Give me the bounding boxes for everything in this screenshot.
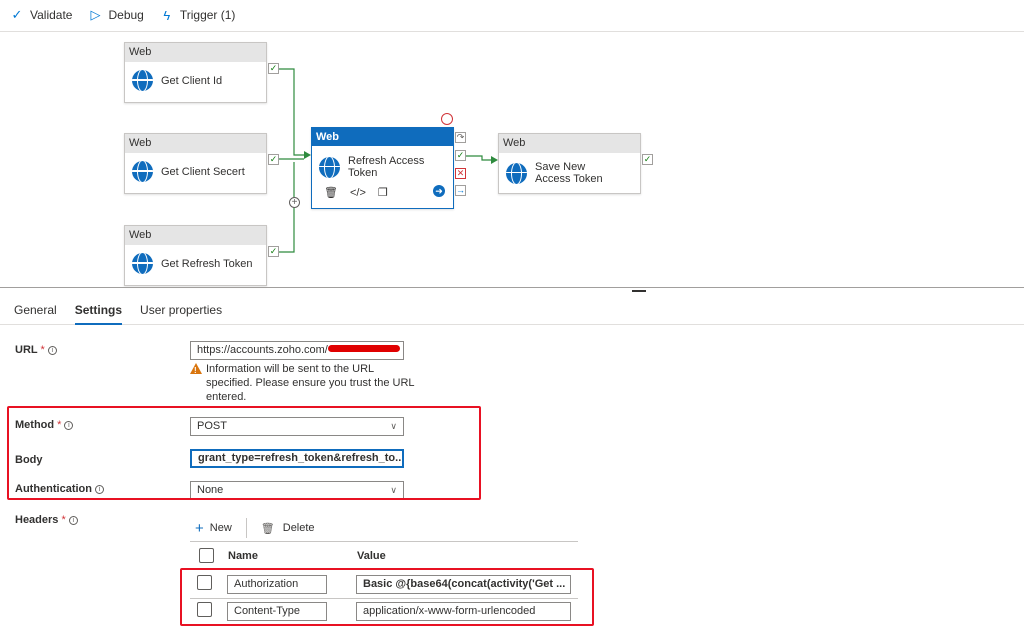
skip-port-icon[interactable]: ↷ — [455, 132, 466, 143]
activity-get-client-id[interactable]: Web Get Client Id — [124, 42, 267, 103]
delete-header-button[interactable]: Delete — [283, 522, 315, 534]
success-port-icon[interactable]: ✓ — [268, 154, 279, 165]
url-label: URL * i — [15, 344, 57, 356]
validate-label: Validate — [30, 8, 73, 22]
globe-icon — [506, 162, 527, 184]
activity-type: Web — [125, 226, 266, 245]
activity-save-new-access-token[interactable]: Web Save New Access Token — [498, 133, 641, 194]
url-warning: ! Information will be sent to the URL sp… — [190, 362, 420, 404]
plus-icon: + — [195, 519, 204, 537]
highlight-box-method-body-auth — [7, 406, 481, 500]
panel-splitter[interactable] — [0, 287, 1024, 288]
activity-get-client-secret[interactable]: Web Get Client Secert — [124, 133, 267, 194]
info-icon: i — [68, 516, 78, 525]
globe-icon — [132, 253, 153, 274]
activity-name: Refresh Access Token — [348, 155, 425, 179]
code-icon[interactable]: </> — [350, 187, 366, 199]
activity-type: Web — [499, 134, 640, 153]
activity-name: Get Refresh Token — [161, 257, 253, 270]
redaction-mark — [327, 345, 400, 352]
divider — [190, 541, 578, 542]
error-indicator-icon — [441, 113, 453, 125]
tab-settings[interactable]: Settings — [74, 300, 123, 325]
activity-name: Get Client Id — [161, 74, 223, 87]
validate-button[interactable]: ✓ Validate — [10, 7, 73, 23]
new-header-button[interactable]: New — [210, 522, 232, 534]
trigger-button[interactable]: ϟ Trigger (1) — [160, 7, 236, 23]
pipeline-canvas[interactable]: Web Get Client Id ✓ Web Get Client Secer… — [0, 31, 1024, 287]
trash-icon: 🗑 — [260, 522, 275, 535]
debug-label: Debug — [108, 8, 144, 22]
completion-port-icon[interactable]: → — [455, 185, 466, 196]
success-port-icon[interactable]: ✓ — [268, 246, 279, 257]
activity-type: Web — [125, 134, 266, 153]
success-port-icon[interactable]: ✓ — [455, 150, 466, 161]
warning-icon: ! — [190, 363, 202, 375]
activity-get-refresh-token[interactable]: Web Get Refresh Token — [124, 225, 267, 286]
globe-icon — [132, 70, 153, 91]
url-input[interactable]: https://accounts.zoho.com/ — [190, 341, 404, 360]
info-icon: i — [47, 346, 57, 355]
headers-label: Headers * i — [15, 514, 78, 526]
lightning-icon: ϟ — [163, 7, 171, 23]
highlight-box-headers — [180, 568, 594, 626]
headers-toolbar: + New 🗑 Delete — [195, 518, 315, 538]
select-all-checkbox[interactable] — [199, 548, 214, 563]
failure-port-icon[interactable]: ✕ — [455, 168, 466, 179]
copy-icon[interactable]: ❐ — [378, 186, 388, 199]
column-header-value: Value — [357, 550, 386, 562]
play-icon: ▷ — [90, 7, 101, 22]
activity-refresh-access-token[interactable]: Web Refresh Access Token 🗑 </> ❐ ➜ — [311, 127, 454, 209]
resize-grip-icon[interactable] — [632, 290, 646, 292]
debug-button[interactable]: ▷ Debug — [88, 7, 143, 23]
activity-name: Save New Access Token — [535, 161, 603, 185]
arrow-right-icon[interactable]: ➜ — [433, 185, 445, 197]
activity-type: Web — [312, 128, 453, 146]
globe-icon — [319, 156, 340, 178]
tab-user-properties[interactable]: User properties — [140, 300, 222, 324]
activity-type: Web — [125, 43, 266, 62]
checkmark-icon: ✓ — [11, 7, 23, 22]
column-header-name: Name — [228, 550, 258, 562]
trigger-label: Trigger (1) — [179, 8, 236, 22]
globe-icon — [132, 161, 153, 182]
properties-tabs: General Settings User properties — [0, 300, 1024, 325]
add-icon[interactable]: + — [289, 197, 300, 208]
activity-name: Get Client Secert — [161, 165, 245, 178]
tab-general[interactable]: General — [14, 300, 57, 324]
success-port-icon[interactable]: ✓ — [268, 63, 279, 74]
success-port-icon[interactable]: ✓ — [642, 154, 653, 165]
toolbar: ✓ Validate ▷ Debug ϟ Trigger (1) — [0, 0, 1024, 30]
trash-icon[interactable]: 🗑 — [324, 186, 338, 199]
